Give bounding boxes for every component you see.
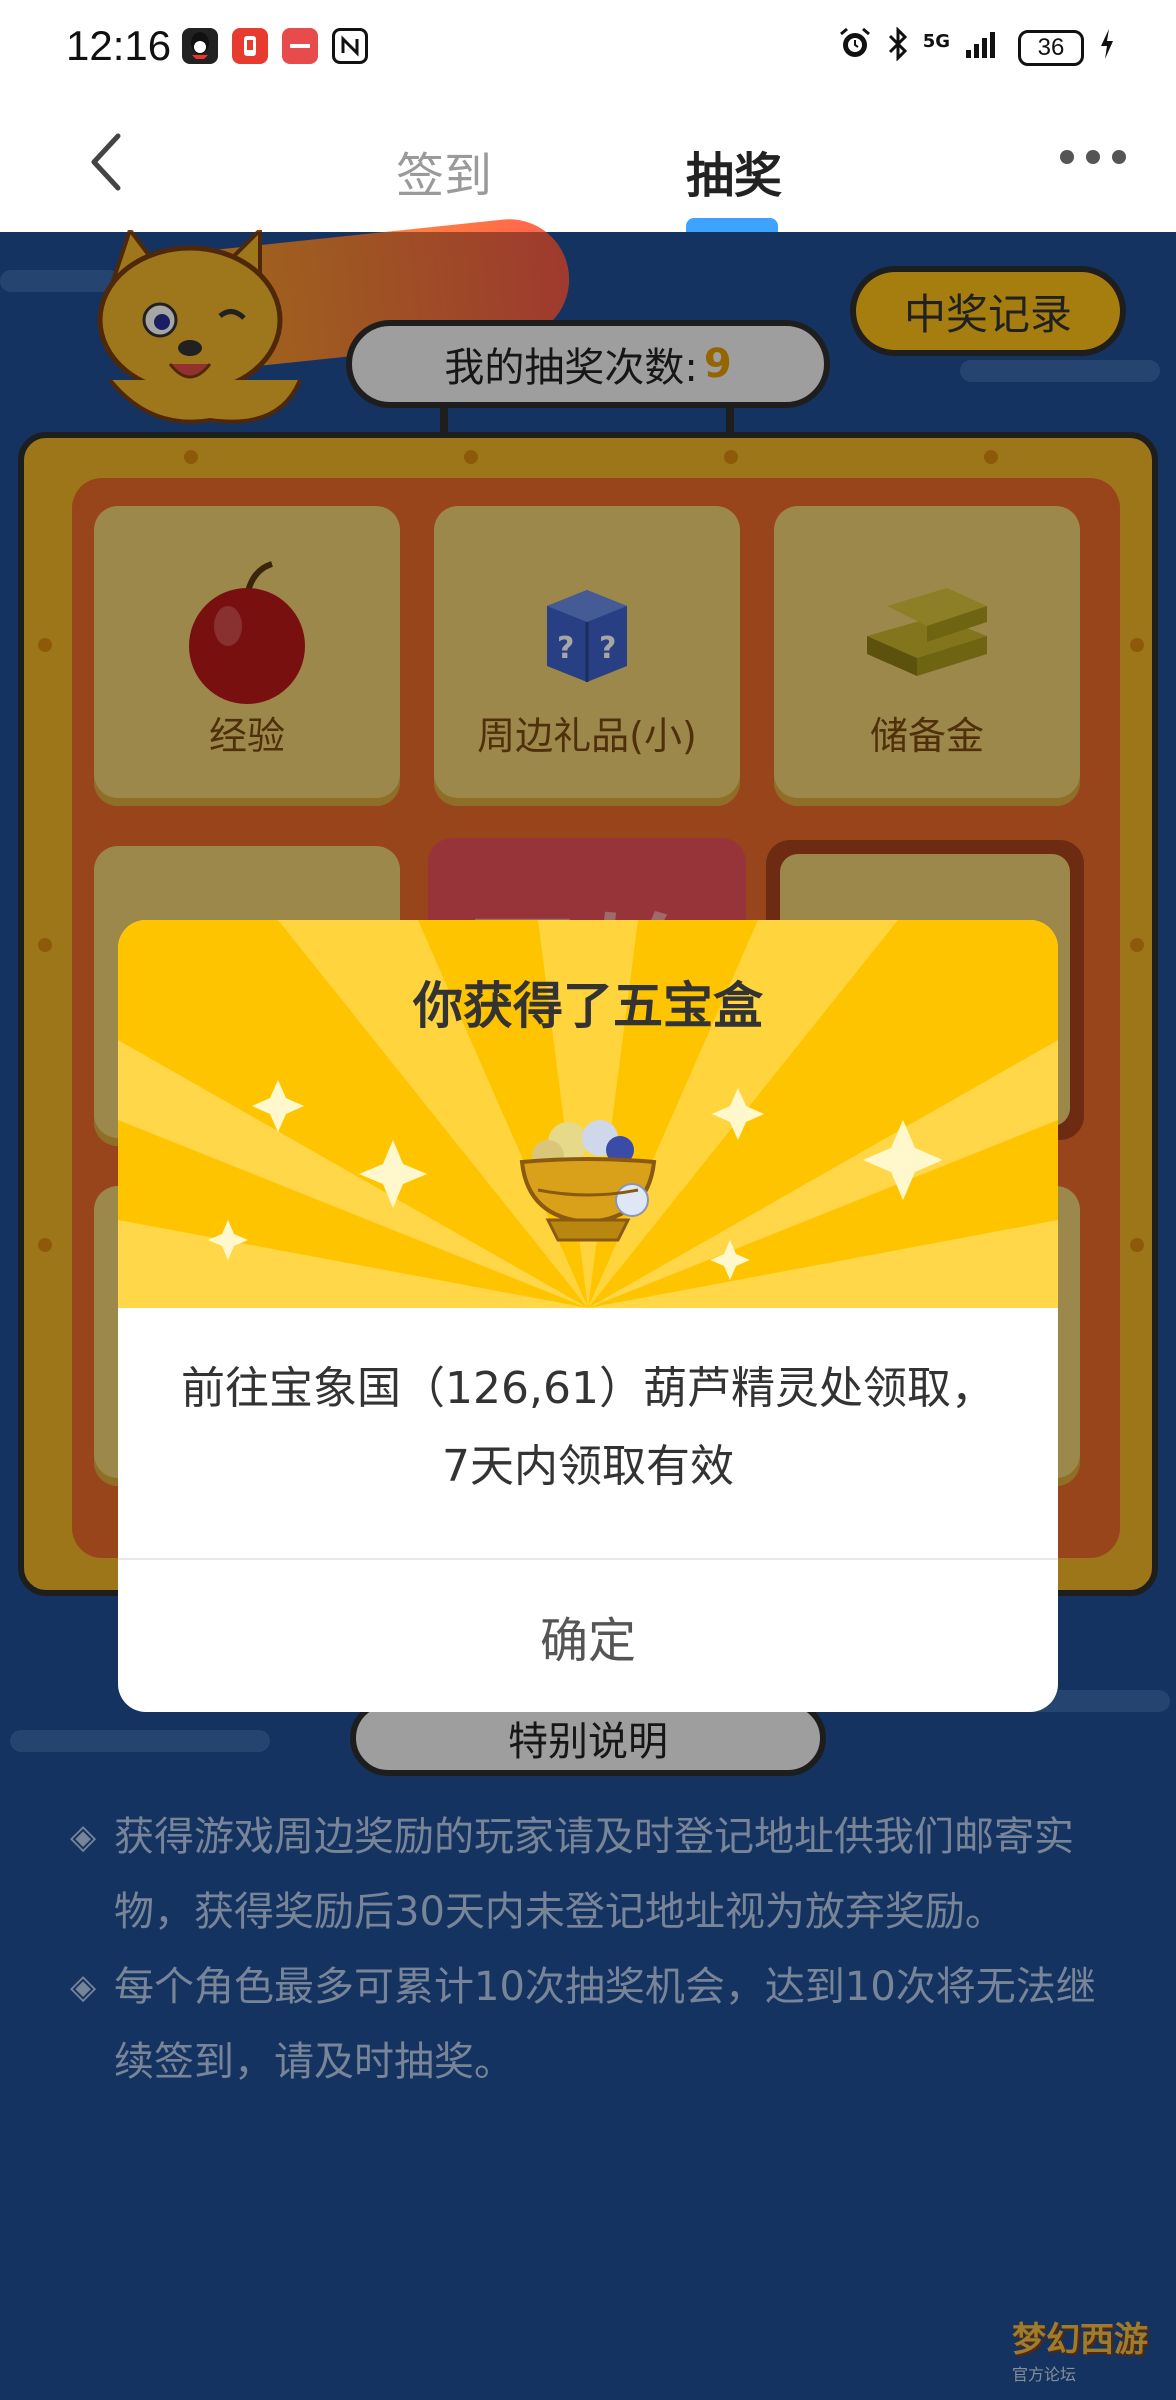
huawei-app-icon	[282, 28, 318, 64]
message-app-icon	[232, 28, 268, 64]
network-type: 5G	[922, 30, 950, 52]
status-time: 12:16	[66, 22, 172, 69]
qq-icon	[182, 28, 218, 64]
system-status-icons: 5G 36	[837, 26, 1116, 70]
more-dot-icon	[1086, 150, 1100, 164]
dialog-title: 你获得了五宝盒	[413, 977, 763, 1035]
nfc-icon	[332, 28, 368, 64]
charging-icon	[1098, 27, 1116, 69]
more-menu-button[interactable]	[1060, 150, 1126, 164]
status-bar: 12:16 5G 36	[0, 0, 1176, 100]
tab-lottery[interactable]: 抽奖	[686, 136, 782, 206]
dialog-hero-banner: 你获得了五宝盒	[118, 920, 1058, 1308]
alarm-icon	[837, 26, 873, 70]
prize-dialog: 你获得了五宝盒 前往宝象国（126,61）葫芦精灵处领取，7天内领取有效 确定	[118, 920, 1058, 1712]
signal-icon	[964, 28, 1004, 68]
more-dot-icon	[1112, 150, 1126, 164]
treasure-bowl-icon	[508, 1100, 668, 1254]
dialog-message: 前往宝象国（126,61）葫芦精灵处领取，7天内领取有效	[181, 1363, 995, 1492]
back-button[interactable]	[78, 130, 142, 194]
nav-header: 签到 抽奖	[0, 100, 1176, 232]
active-tab-indicator	[686, 218, 778, 232]
battery-indicator: 36	[1018, 30, 1084, 66]
bluetooth-icon	[887, 26, 909, 69]
tab-sign-in[interactable]: 签到	[396, 136, 492, 206]
more-dot-icon	[1060, 150, 1074, 164]
notification-icons	[182, 28, 368, 64]
confirm-button[interactable]: 确定	[118, 1560, 1058, 1712]
chevron-left-icon	[91, 133, 121, 191]
